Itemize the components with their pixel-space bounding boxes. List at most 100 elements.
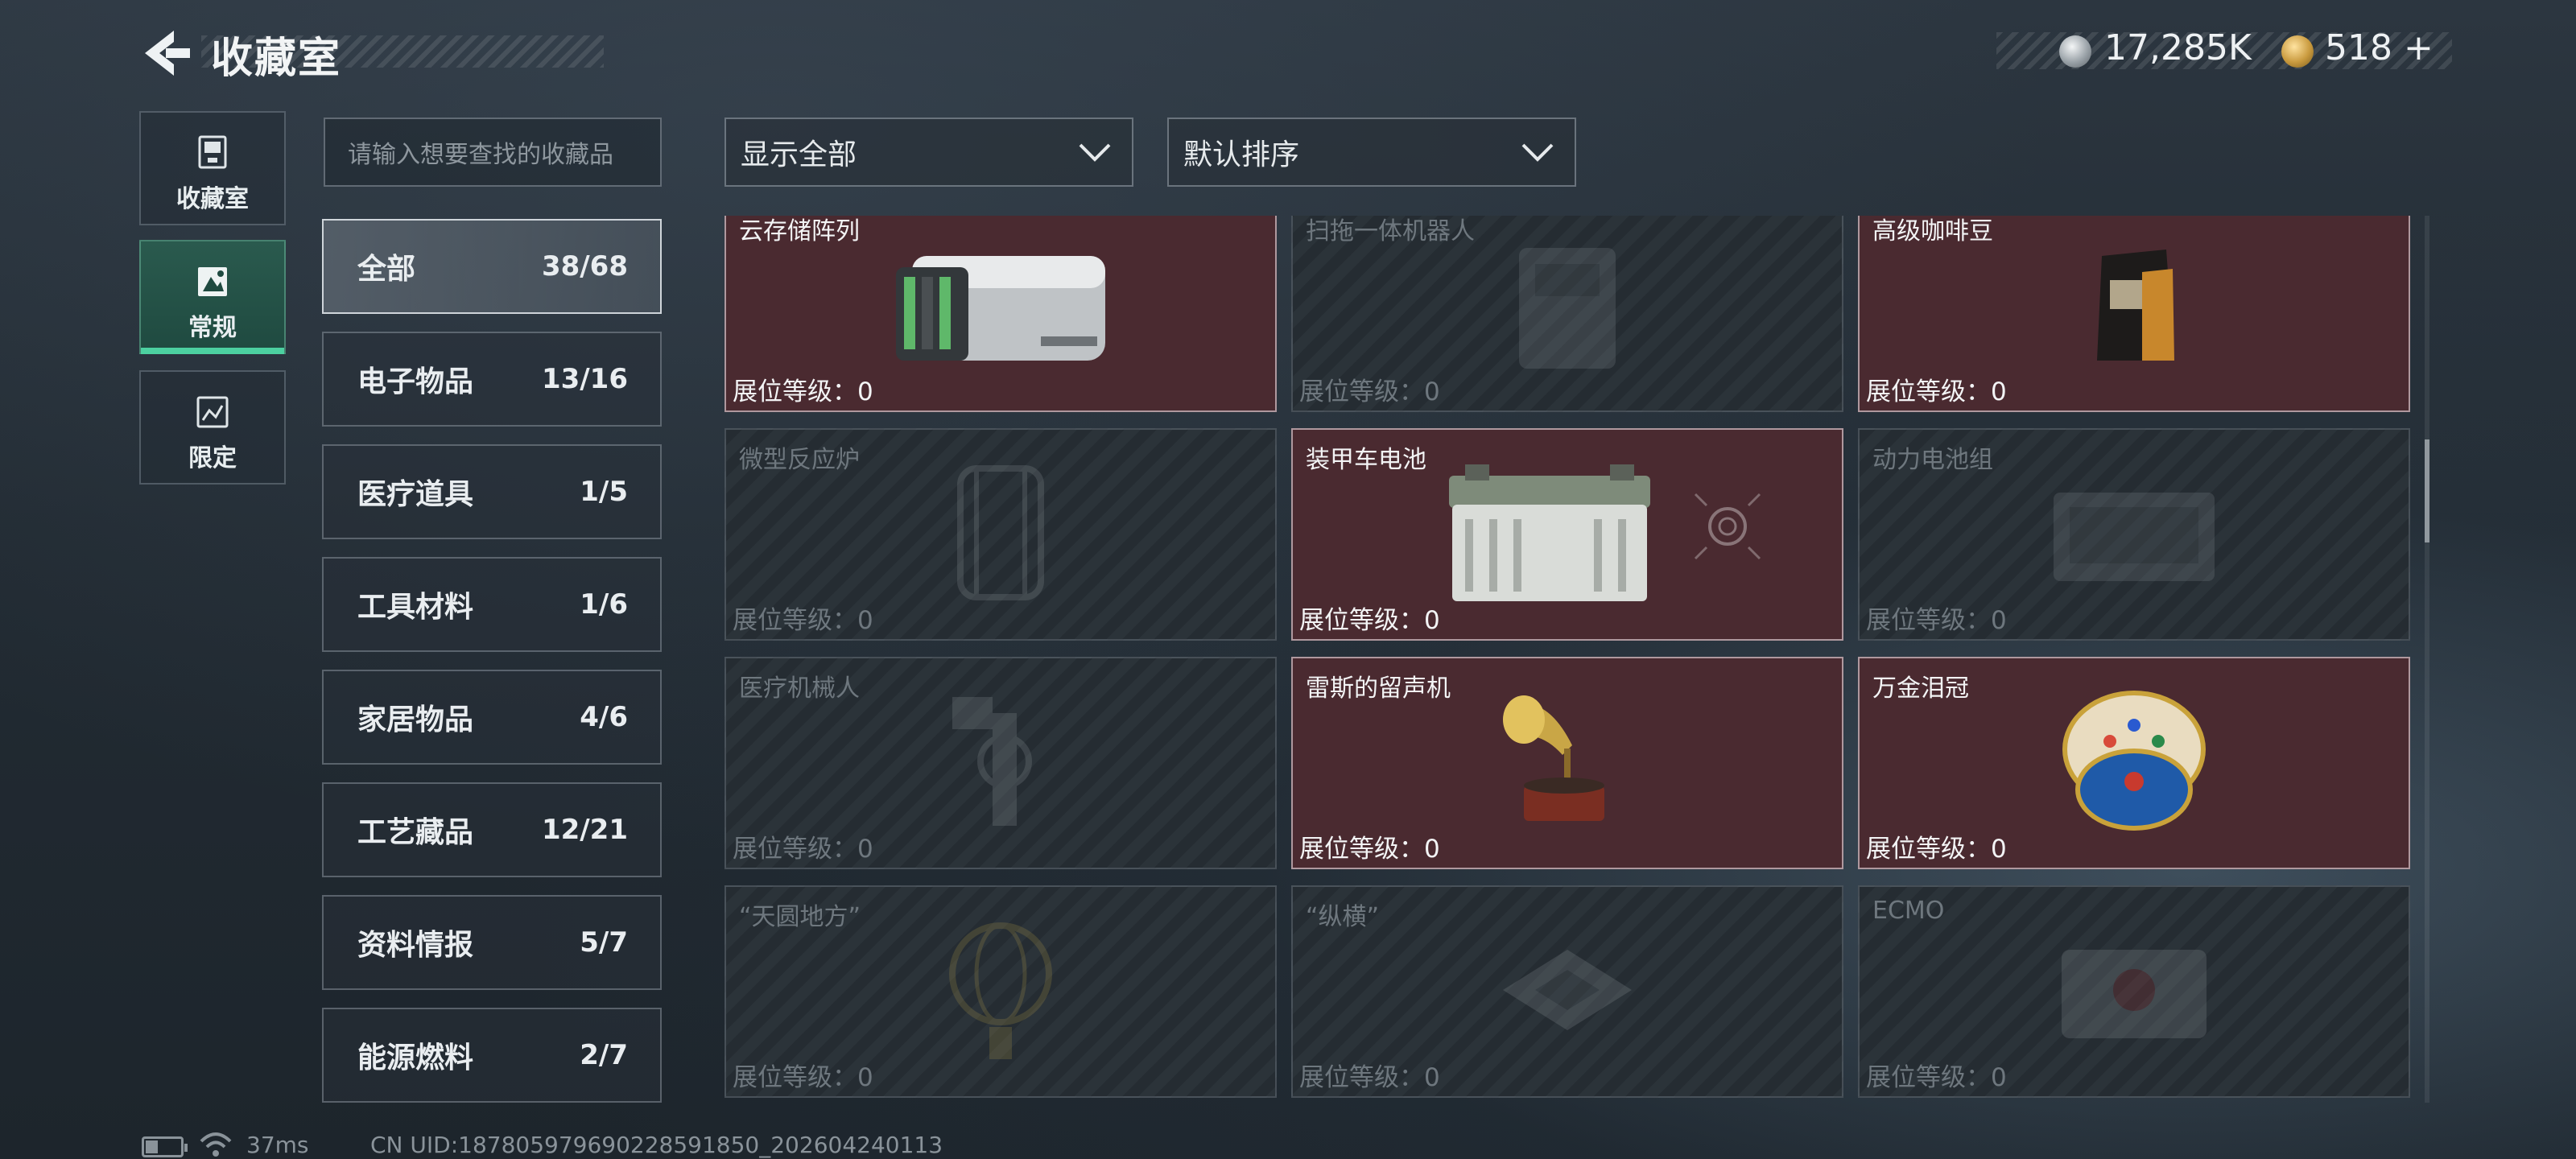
- category-count: 5/7: [580, 926, 628, 959]
- category-crafts[interactable]: 工艺藏品 12/21: [322, 782, 662, 877]
- ecmo-machine-image: [2046, 926, 2223, 1058]
- collection-card[interactable]: 扫拖一体机器人 展位等级：0: [1291, 216, 1843, 412]
- card-name: ECMO: [1872, 897, 1945, 925]
- category-count: 38/68: [541, 250, 628, 283]
- category-count: 1/6: [580, 588, 628, 621]
- gold-coin-icon: [2281, 35, 2314, 68]
- collection-card[interactable]: 动力电池组 展位等级：0: [1858, 428, 2410, 641]
- silver-coin-icon: [2059, 35, 2091, 68]
- grid-scrollbar[interactable]: [2425, 216, 2429, 1103]
- card-name: 医疗机械人: [739, 674, 860, 703]
- silver-currency-value: 17,285K: [2104, 27, 2252, 68]
- battery-level: [146, 1140, 158, 1153]
- card-name: “天圆地方”: [739, 903, 861, 931]
- limited-card-icon: [196, 396, 229, 428]
- chevron-down-icon: [1079, 143, 1111, 162]
- card-level: 展位等级：0: [1866, 835, 2007, 864]
- card-level: 展位等级：0: [1866, 1063, 2007, 1092]
- category-name: 工艺藏品: [357, 816, 474, 849]
- category-energy[interactable]: 能源燃料 2/7: [322, 1008, 662, 1103]
- collection-card[interactable]: 装甲车电池 展位等级：0: [1291, 428, 1843, 641]
- category-count: 13/16: [541, 363, 628, 395]
- ping-text: 37ms: [246, 1132, 309, 1158]
- card-level: 展位等级：0: [1866, 606, 2007, 635]
- collection-card[interactable]: 雷斯的留声机 展位等级：0: [1291, 657, 1843, 869]
- category-name: 电子物品: [357, 365, 474, 398]
- wifi-icon: [200, 1132, 232, 1157]
- med-robot-image: [936, 681, 1065, 845]
- category-tools[interactable]: 工具材料 1/6: [322, 557, 662, 652]
- uid-text: CN UID:1878059796902285918​50_2026042401…: [370, 1132, 943, 1158]
- gold-currency-value[interactable]: 518 +: [2325, 27, 2434, 68]
- nav-label: 收藏室: [176, 185, 249, 213]
- reactor-image: [936, 452, 1065, 617]
- jeweled-egg-image: [2054, 677, 2215, 849]
- chess-board-image: [1487, 934, 1648, 1050]
- category-household[interactable]: 家居物品 4/6: [322, 670, 662, 765]
- card-level: 展位等级：0: [733, 377, 873, 406]
- category-electronics[interactable]: 电子物品 13/16: [322, 332, 662, 427]
- nav-limited[interactable]: 限定: [139, 370, 286, 485]
- collection-card[interactable]: 医疗机械人 展位等级：0: [724, 657, 1277, 869]
- card-level: 展位等级：0: [733, 1063, 873, 1092]
- card-name: 云存储阵列: [739, 217, 860, 245]
- robot-image: [1487, 232, 1648, 380]
- battery-icon: [142, 1136, 188, 1157]
- nav-label: 常规: [188, 314, 237, 342]
- collection-card[interactable]: 高级咖啡豆 展位等级：0: [1858, 216, 2410, 412]
- card-level: 展位等级：0: [1299, 1063, 1440, 1092]
- card-name: 万金泪冠: [1872, 674, 1969, 703]
- category-name: 工具材料: [357, 591, 474, 624]
- display-filter-dropdown[interactable]: 显示全部: [724, 118, 1133, 187]
- card-name: 雷斯的留声机: [1306, 674, 1451, 703]
- back-button[interactable]: [137, 27, 193, 79]
- card-level: 展位等级：0: [1299, 606, 1440, 635]
- collection-card[interactable]: “纵横” 展位等级：0: [1291, 885, 1843, 1098]
- category-count: 12/21: [541, 814, 628, 846]
- category-all[interactable]: 全部 38/68: [322, 219, 662, 314]
- category-name: 能源燃料: [357, 1041, 474, 1074]
- coffee-bag-image: [2086, 240, 2182, 372]
- category-count: 1/5: [580, 476, 628, 508]
- card-name: 动力电池组: [1872, 446, 1993, 474]
- nav-label: 限定: [188, 444, 237, 472]
- card-level: 展位等级：0: [1299, 377, 1440, 406]
- card-level: 展位等级：0: [733, 835, 873, 864]
- card-name: “纵横”: [1306, 903, 1380, 931]
- page-title: 收藏室: [211, 35, 342, 83]
- gramophone-image: [1492, 681, 1620, 845]
- sort-dropdown[interactable]: 默认排序: [1167, 118, 1576, 187]
- card-name: 扫拖一体机器人: [1306, 217, 1475, 245]
- category-name: 家居物品: [357, 703, 474, 736]
- vehicle-battery-image: [1433, 456, 1658, 612]
- card-name: 装甲车电池: [1306, 446, 1426, 474]
- scrollbar-thumb[interactable]: [2425, 439, 2429, 542]
- nav-collection-room[interactable]: 收藏室: [139, 111, 286, 225]
- power-pack-image: [2037, 468, 2231, 600]
- category-intel[interactable]: 资料情报 5/7: [322, 895, 662, 990]
- category-name: 资料情报: [357, 929, 474, 962]
- card-name: 高级咖啡豆: [1872, 217, 1993, 245]
- card-name: 微型反应炉: [739, 446, 860, 474]
- card-level: 展位等级：0: [1866, 377, 2007, 406]
- globe-image: [936, 909, 1065, 1074]
- category-count: 2/7: [580, 1039, 628, 1071]
- collection-card[interactable]: “天圆地方” 展位等级：0: [724, 885, 1277, 1098]
- category-name: 医疗道具: [357, 478, 474, 511]
- regular-card-icon: [198, 267, 227, 296]
- sort-label: 默认排序: [1183, 138, 1300, 171]
- card-level: 展位等级：0: [733, 606, 873, 635]
- category-medical[interactable]: 医疗道具 1/5: [322, 444, 662, 539]
- chevron-down-icon: [1521, 143, 1554, 162]
- collection-grid[interactable]: 云存储阵列 展位等级：0 扫拖一体机器人 展位等级：0 高级咖啡豆 展位等级：0: [723, 216, 2410, 1103]
- collection-box-icon: [198, 135, 227, 169]
- nav-regular[interactable]: 常规: [139, 240, 286, 354]
- collection-card[interactable]: 微型反应炉 展位等级：0: [724, 428, 1277, 641]
- collection-card[interactable]: 云存储阵列 展位等级：0: [724, 216, 1277, 412]
- category-name: 全部: [357, 253, 416, 286]
- search-input[interactable]: 请输入想要查找的收藏品: [324, 118, 662, 187]
- collection-card[interactable]: ECMO 展位等级：0: [1858, 885, 2410, 1098]
- collection-card[interactable]: 万金泪冠 展位等级：0: [1858, 657, 2410, 869]
- display-filter-label: 显示全部: [741, 138, 857, 171]
- storage-array-image: [880, 232, 1121, 380]
